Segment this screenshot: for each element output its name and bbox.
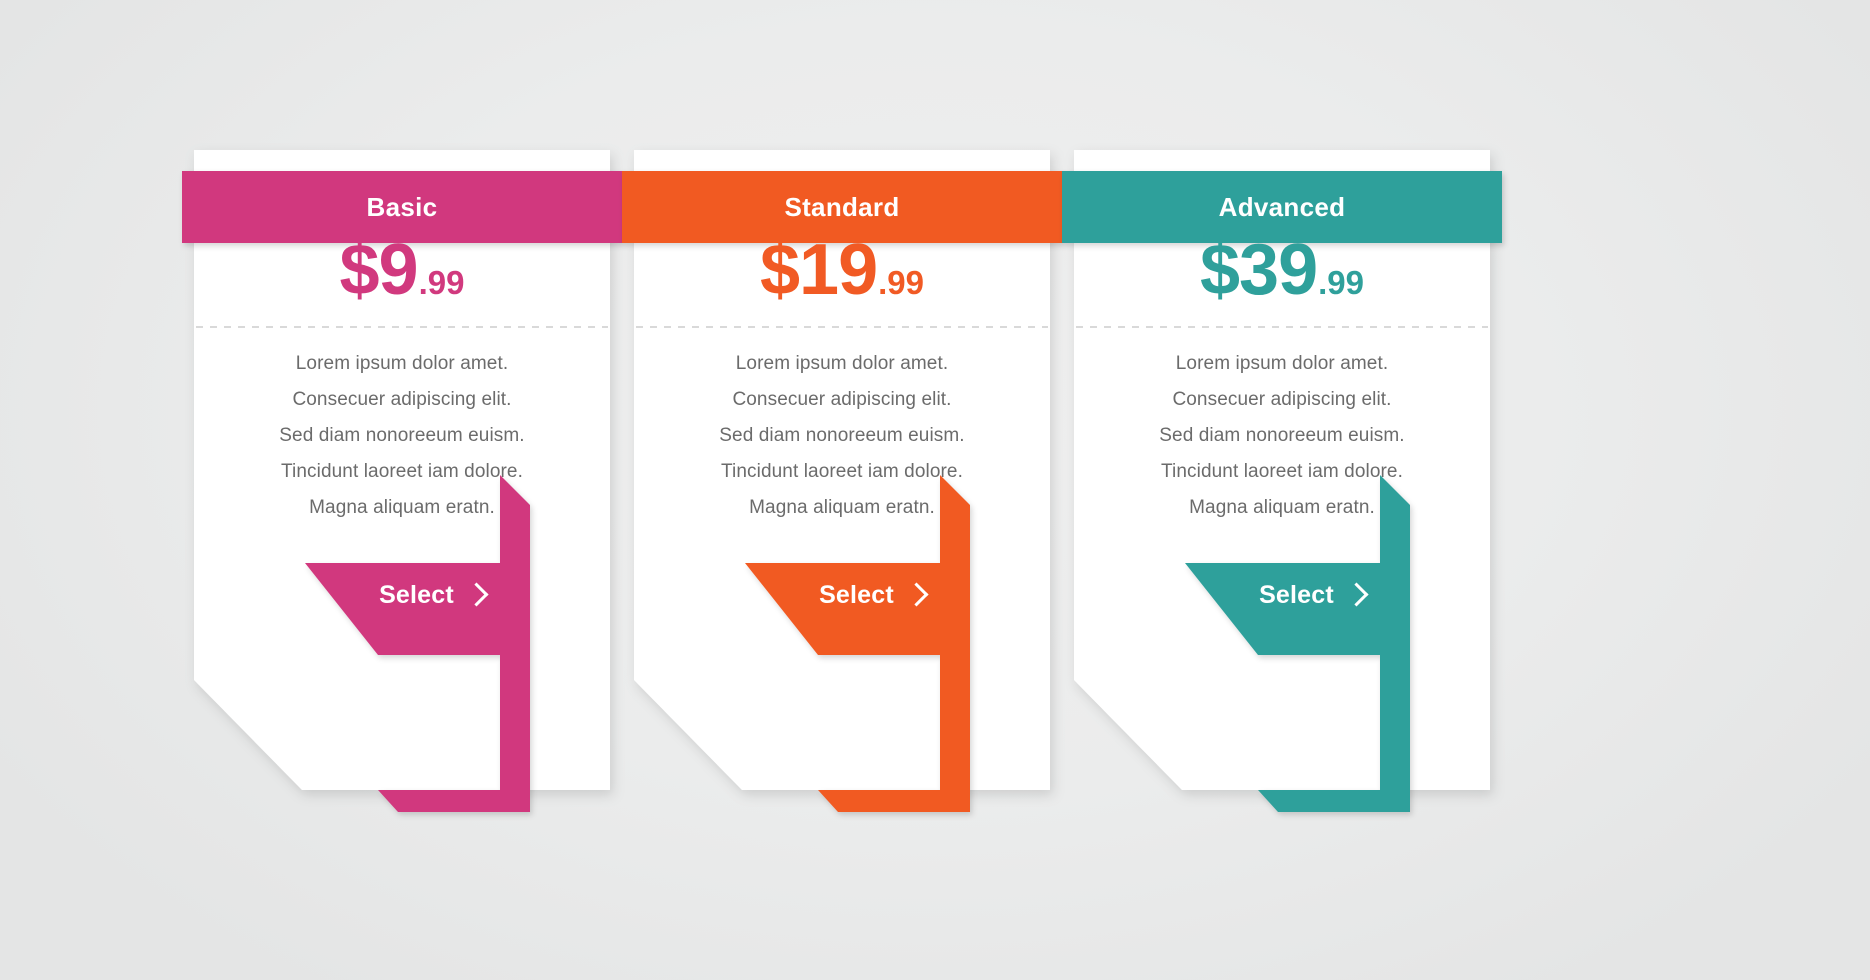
pricing-card-standard: Standard $19 .99 Lorem ipsum dolor amet.…: [622, 150, 1062, 850]
feature-item: Sed diam nonoreeum euism.: [719, 425, 965, 446]
feature-item: Consecuer adipiscing elit.: [732, 389, 952, 410]
pricing-card-basic: Basic $9 .99 Lorem ipsum dolor amet. Cons…: [182, 150, 622, 850]
feature-item: Lorem ipsum dolor amet.: [1175, 353, 1389, 374]
pricing-page: Basic $9 .99 Lorem ipsum dolor amet. Cons…: [0, 0, 1870, 980]
feature-item: Tincidunt laoreet iam dolore.: [281, 461, 523, 482]
select-button-standard[interactable]: [737, 555, 1057, 635]
feature-item: Magna aliquam eratn.: [749, 497, 935, 518]
feature-item: Tincidunt laoreet iam dolore.: [1161, 461, 1403, 482]
price-cents-standard: .99: [878, 264, 924, 301]
price-amount-basic: $9: [339, 230, 419, 310]
feature-item: Magna aliquam eratn.: [1189, 497, 1375, 518]
feature-list-advanced: Lorem ipsum dolor amet. Consecuer adipisc…: [1062, 346, 1502, 526]
price-amount-standard: $19: [759, 230, 878, 310]
pricing-card-advanced: Advanced $39 .99 Lorem ipsum dolor amet.…: [1062, 150, 1502, 850]
price-amount-advanced: $39: [1199, 230, 1318, 310]
feature-item: Lorem ipsum dolor amet.: [295, 353, 509, 374]
feature-item: Consecuer adipiscing elit.: [292, 389, 512, 410]
feature-item: Lorem ipsum dolor amet.: [735, 353, 949, 374]
feature-item: Sed diam nonoreeum euism.: [279, 425, 525, 446]
feature-item: Tincidunt laoreet iam dolore.: [721, 461, 963, 482]
plan-price-advanced: $39 .99: [1062, 234, 1502, 326]
plan-price-basic: $9 .99: [182, 234, 622, 326]
price-cents-basic: .99: [418, 264, 465, 301]
plan-price-standard: $19 .99: [622, 234, 1062, 326]
feature-item: Consecuer adipiscing elit.: [1172, 389, 1392, 410]
feature-item: Sed diam nonoreeum euism.: [1159, 425, 1405, 446]
feature-item: Magna aliquam eratn.: [309, 497, 495, 518]
price-cents-advanced: .99: [1318, 264, 1364, 301]
select-button-advanced[interactable]: [1177, 555, 1497, 635]
select-button-basic[interactable]: [297, 555, 617, 635]
feature-list-standard: Lorem ipsum dolor amet. Consecuer adipisc…: [622, 346, 1062, 526]
feature-list-basic: Lorem ipsum dolor amet. Consecuer adipisc…: [182, 346, 622, 526]
